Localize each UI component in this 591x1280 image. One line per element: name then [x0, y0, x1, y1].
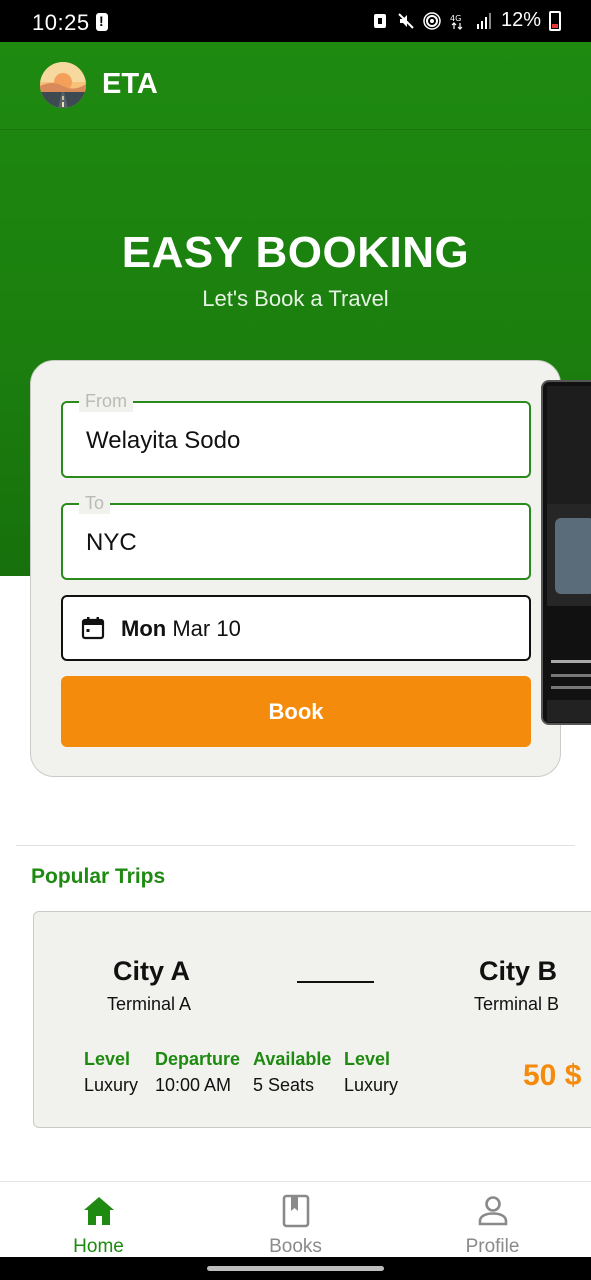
app-logo[interactable]	[40, 62, 86, 108]
battery-percent: 12%	[500, 9, 541, 31]
destination-terminal: Terminal B	[474, 994, 560, 1014]
battery-icon	[549, 10, 561, 31]
svg-text:4G: 4G	[450, 14, 461, 23]
date-value: Mar 10	[172, 616, 241, 641]
level-label: Level	[84, 1049, 131, 1069]
to-value[interactable]: NYC	[86, 529, 137, 557]
date-picker[interactable]: Mon Mar 10	[61, 595, 531, 661]
trip-price: 50 $	[523, 1059, 582, 1092]
nav-books[interactable]: Books	[197, 1182, 394, 1258]
popular-trips-title: Popular Trips	[31, 865, 166, 888]
origin-terminal: Terminal A	[107, 994, 192, 1014]
date-text: Mon Mar 10	[121, 616, 241, 642]
nav-profile-label: Profile	[465, 1236, 520, 1257]
to-field[interactable]: To NYC	[61, 492, 531, 580]
person-icon	[478, 1196, 508, 1226]
nav-books-label: Books	[269, 1236, 322, 1257]
level-label: Level	[344, 1049, 391, 1069]
route-line	[297, 981, 374, 983]
hero-subtitle: Let's Book a Travel	[202, 286, 389, 311]
from-value[interactable]: Welayita Sodo	[86, 427, 240, 455]
nav-home-label: Home	[73, 1236, 124, 1257]
preview-line	[551, 660, 591, 663]
home-gesture-handle[interactable]	[207, 1266, 384, 1271]
status-bar: 10:25 4G 12%	[0, 0, 591, 42]
level-value: Luxury	[84, 1075, 139, 1095]
calendar-icon	[81, 617, 105, 640]
network-4g-icon: 4G	[450, 14, 463, 30]
from-label: From	[79, 390, 133, 412]
nfc-icon	[373, 13, 386, 28]
road-sunset-icon	[40, 62, 86, 108]
home-icon	[84, 1197, 114, 1225]
preview-header	[547, 386, 591, 504]
nav-profile[interactable]: Profile	[394, 1182, 591, 1258]
app-title: ETA	[102, 68, 158, 100]
status-time: 10:25	[32, 10, 90, 35]
booking-card: From Welayita Sodo To NYC Mon Mar 10 Boo…	[30, 360, 561, 777]
level-value: Luxury	[344, 1075, 399, 1095]
book-icon	[282, 1194, 310, 1228]
nav-home[interactable]: Home	[0, 1182, 197, 1258]
preview-line	[551, 686, 591, 689]
destination-city: City B	[479, 956, 558, 986]
bottom-nav: Home Books Profile	[0, 1181, 591, 1257]
mute-icon	[398, 12, 414, 29]
preview-thumbnail	[555, 518, 591, 594]
section-divider	[16, 845, 575, 846]
departure-value: 10:00 AM	[155, 1075, 232, 1095]
from-field[interactable]: From Welayita Sodo	[61, 390, 531, 478]
trip-card[interactable]: City A Terminal A City B Terminal B Leve…	[33, 911, 591, 1128]
book-button[interactable]: Book	[61, 676, 531, 747]
available-value: 5 Seats	[253, 1075, 315, 1095]
available-label: Available	[253, 1049, 332, 1069]
floating-app-preview[interactable]	[541, 380, 591, 725]
date-day: Mon	[121, 616, 167, 641]
origin-city: City A	[113, 956, 191, 986]
gesture-bar	[0, 1257, 591, 1280]
hero-title: EASY BOOKING	[121, 228, 470, 277]
alert-icon	[96, 13, 108, 31]
app-bar: ETA	[0, 42, 591, 130]
to-label: To	[79, 492, 111, 514]
preview-line	[551, 674, 591, 677]
status-icons: 4G 12%	[371, 9, 561, 32]
preview-nav	[547, 700, 591, 722]
departure-label: Departure	[155, 1049, 241, 1069]
hotspot-icon	[423, 11, 441, 30]
signal-icon	[476, 12, 491, 29]
